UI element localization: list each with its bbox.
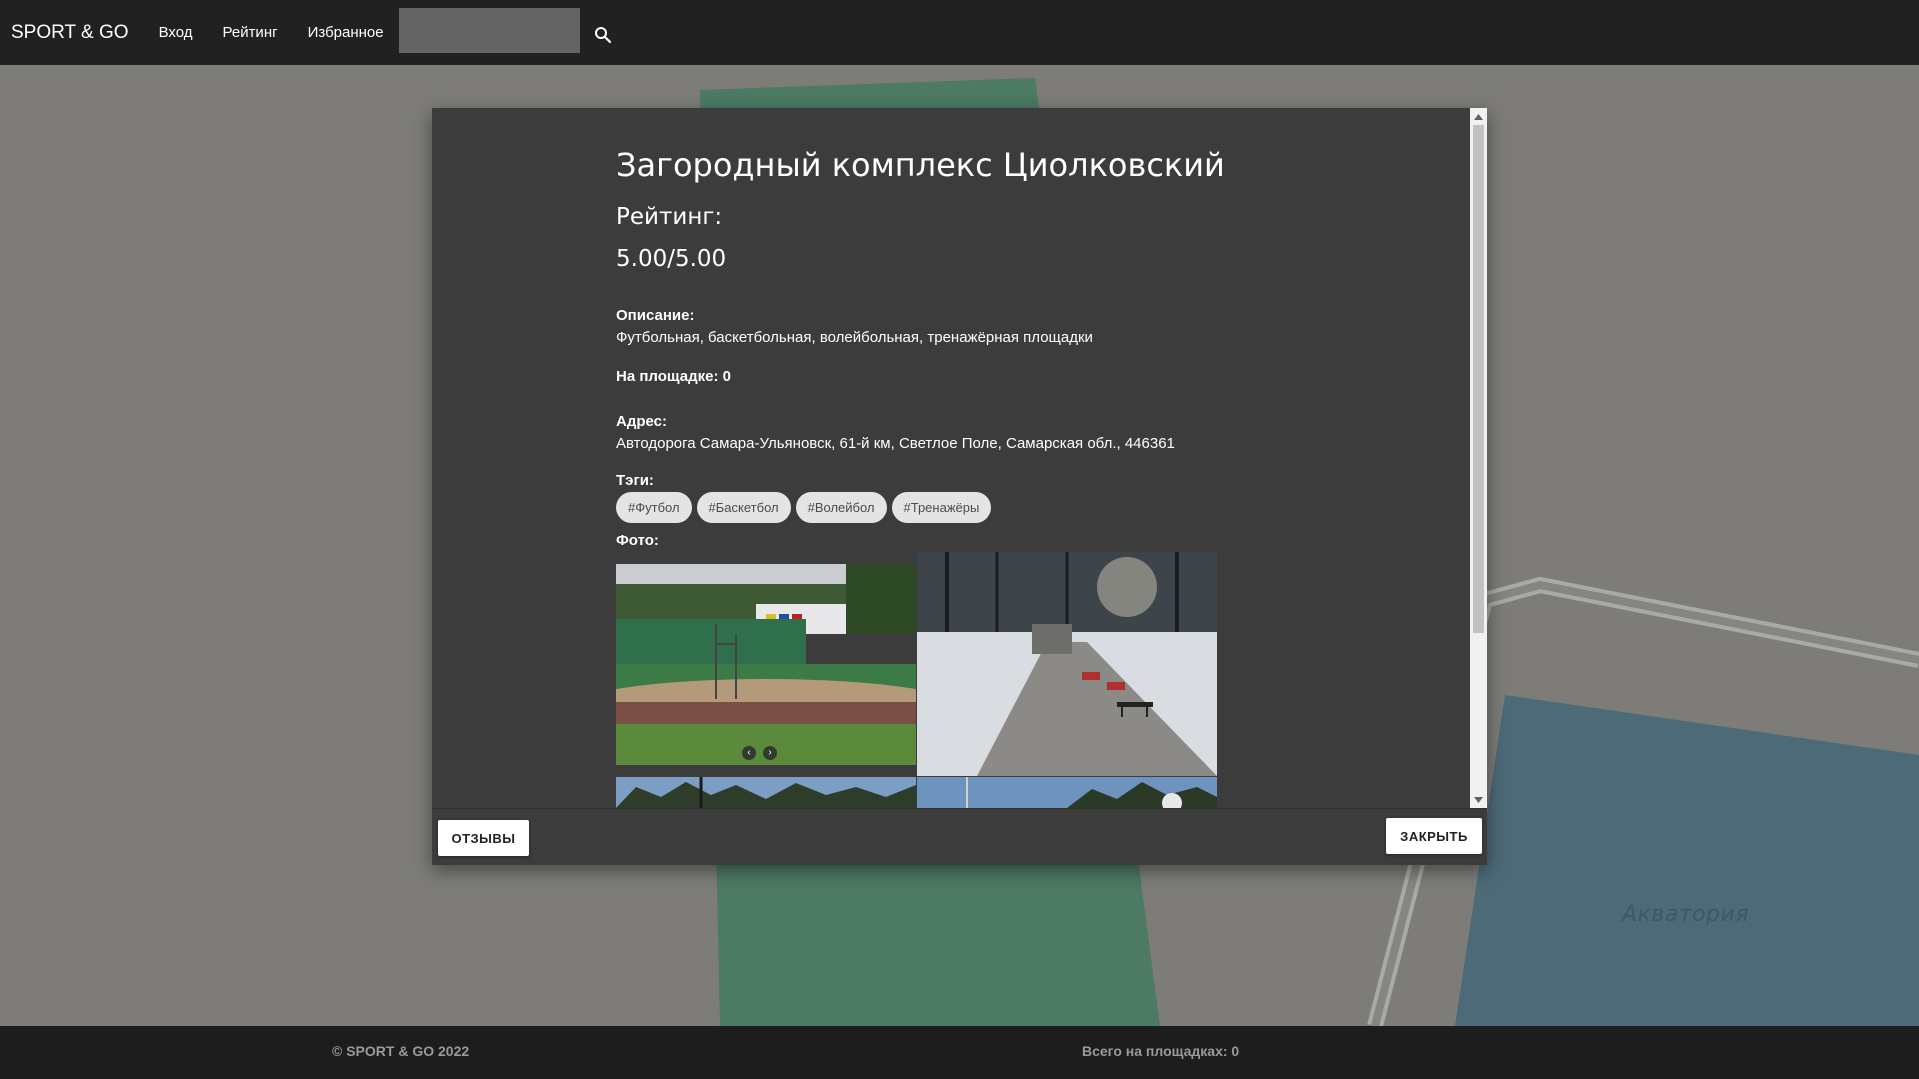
tags-label: Тэги:: [616, 472, 654, 489]
total-onsite-text: Всего на площадках: 0: [1082, 1043, 1240, 1059]
scroll-up-icon[interactable]: [1470, 108, 1487, 125]
photo-sports-ground[interactable]: ‹ ›: [616, 564, 916, 765]
copyright-text: © SPORT & GO 2022: [332, 1043, 470, 1059]
nav-login-link[interactable]: Вход: [159, 24, 193, 41]
scroll-down-icon[interactable]: [1470, 791, 1487, 808]
photo-forest-2[interactable]: [917, 777, 1217, 808]
address-text: Автодорога Самара-Ульяновск, 61-й км, Св…: [616, 435, 1175, 452]
top-navbar: SPORT & GO Вход Рейтинг Избранное: [0, 0, 1919, 65]
close-button[interactable]: ЗАКРЫТЬ: [1386, 818, 1482, 854]
map-place-label: Акватория: [1622, 902, 1750, 927]
tag-chip[interactable]: #Волейбол: [795, 492, 887, 523]
modal-scrollbar[interactable]: [1470, 108, 1487, 808]
place-title: Загородный комплекс Циолковский: [616, 146, 1225, 184]
rating-value: 5.00/5.00: [616, 246, 727, 272]
place-details-modal: Загородный комплекс Циолковский Рейтинг:…: [432, 108, 1487, 865]
search-input[interactable]: [398, 7, 580, 53]
page-footer: © SPORT & GO 2022 Всего на площадках: 0: [0, 1026, 1919, 1079]
photos-label: Фото:: [616, 532, 659, 549]
nav-rating-link[interactable]: Рейтинг: [223, 24, 278, 41]
modal-footer: ОТЗЫВЫ ЗАКРЫТЬ: [432, 808, 1487, 865]
map-water-area: [1455, 695, 1919, 1026]
tag-list: #Футбол #Баскетбол #Волейбол #Тренажёры: [616, 492, 992, 523]
nav-favorites-link[interactable]: Избранное: [308, 24, 384, 41]
onsite-count: На площадке: 0: [616, 368, 731, 385]
brand-logo[interactable]: SPORT & GO: [11, 22, 129, 44]
reviews-button[interactable]: ОТЗЫВЫ: [438, 820, 529, 856]
description-text: Футбольная, баскетбольная, волейбольная,…: [616, 329, 1093, 346]
search-icon[interactable]: [594, 26, 612, 44]
description-label: Описание:: [616, 307, 695, 324]
photo-winter-park[interactable]: [917, 552, 1217, 776]
address-label: Адрес:: [616, 413, 667, 430]
tag-chip[interactable]: #Футбол: [616, 492, 692, 523]
scroll-thumb[interactable]: [1473, 125, 1484, 633]
modal-content[interactable]: Загородный комплекс Циолковский Рейтинг:…: [432, 108, 1470, 808]
tag-chip[interactable]: #Тренажёры: [891, 492, 992, 523]
tag-chip[interactable]: #Баскетбол: [696, 492, 791, 523]
rating-label: Рейтинг:: [616, 204, 723, 230]
carousel-next-button[interactable]: ›: [763, 746, 777, 760]
photo-forest-1[interactable]: [616, 777, 916, 808]
carousel-prev-button[interactable]: ‹: [742, 746, 756, 760]
